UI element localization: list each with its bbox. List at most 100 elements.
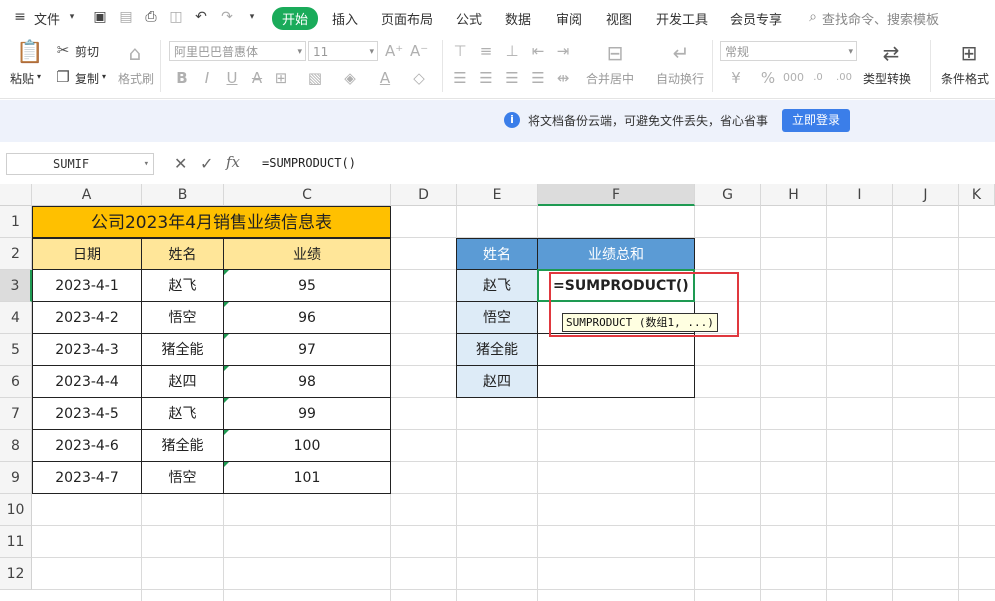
name-cell[interactable]: 赵飞 [141, 269, 224, 302]
align-left-icon[interactable]: ☰ [452, 69, 468, 87]
name-cell[interactable]: 赵飞 [141, 397, 224, 430]
print-preview-icon[interactable]: ◫ [168, 9, 184, 25]
export-pdf-icon[interactable]: ▤ [118, 9, 134, 25]
undo-icon[interactable]: ↶ [193, 9, 209, 25]
type-convert-icon[interactable]: ⇄ [880, 41, 902, 65]
tab-review[interactable]: 审阅 [556, 9, 582, 28]
quick-access-dropdown-icon[interactable]: ▾ [244, 9, 260, 25]
tab-formulas[interactable]: 公式 [456, 9, 482, 28]
distribute-icon[interactable]: ⇹ [555, 69, 571, 87]
thousands-icon[interactable]: 000 [783, 69, 804, 87]
column-header-a[interactable]: A [32, 184, 142, 206]
name-cell[interactable]: 猪全能 [141, 429, 224, 462]
fill-color-icon[interactable]: ◈ [341, 69, 359, 87]
date-cell[interactable]: 2023-4-4 [32, 365, 142, 398]
clear-format-icon[interactable]: ◇ [410, 69, 428, 87]
wrap-text-icon[interactable]: ↵ [669, 41, 693, 65]
increase-decimal-icon[interactable]: .0 [808, 69, 828, 87]
formula-input[interactable]: =SUMPRODUCT() [262, 156, 356, 170]
underline-icon[interactable]: U [224, 69, 240, 87]
summary-total-cell[interactable] [537, 365, 695, 398]
format-painter-button[interactable]: 格式刷 [118, 70, 154, 87]
command-search[interactable]: 查找命令、搜索模板 [822, 9, 939, 28]
column-header-b[interactable]: B [142, 184, 224, 206]
performance-cell[interactable]: 97 [223, 333, 391, 366]
align-middle-icon[interactable]: ≡ [478, 42, 494, 60]
tab-view[interactable]: 视图 [606, 9, 632, 28]
align-right-icon[interactable]: ☰ [504, 69, 520, 87]
search-icon[interactable]: ⌕ [805, 9, 821, 25]
font-family-select[interactable]: 阿里巴巴普惠体 ▾ [169, 41, 306, 61]
borders-icon[interactable]: ⊞ [272, 69, 290, 87]
row-header-9[interactable]: 9 [0, 462, 32, 494]
summary-name-cell[interactable]: 赵飞 [456, 269, 538, 302]
name-cell[interactable]: 悟空 [141, 461, 224, 494]
align-top-icon[interactable]: ⊤ [452, 42, 468, 60]
row-header-2[interactable]: 2 [0, 238, 32, 270]
row-header-6[interactable]: 6 [0, 366, 32, 398]
row-header-3[interactable]: 3 [0, 270, 32, 302]
date-cell[interactable]: 2023-4-5 [32, 397, 142, 430]
row-header-4[interactable]: 4 [0, 302, 32, 334]
file-menu[interactable]: 文件 [34, 9, 60, 28]
tab-insert[interactable]: 插入 [332, 9, 358, 28]
format-painter-icon[interactable]: ⌂ [124, 41, 146, 65]
summary-header-total[interactable]: 业绩总和 [537, 238, 695, 270]
row-header-5[interactable]: 5 [0, 334, 32, 366]
increase-font-icon[interactable]: A⁺ [385, 42, 403, 60]
row-header-1[interactable]: 1 [0, 206, 32, 238]
performance-cell[interactable]: 98 [223, 365, 391, 398]
copy-button[interactable]: 复制 [75, 70, 99, 87]
justify-icon[interactable]: ☰ [530, 69, 546, 87]
row-header-10[interactable]: 10 [0, 494, 32, 526]
copy-dropdown-icon[interactable]: ▾ [102, 72, 106, 81]
row-header-7[interactable]: 7 [0, 398, 32, 430]
tab-home[interactable]: 开始 [272, 7, 319, 30]
tab-data[interactable]: 数据 [505, 9, 531, 28]
date-cell[interactable]: 2023-4-2 [32, 301, 142, 334]
decrease-font-icon[interactable]: A⁻ [410, 42, 428, 60]
hamburger-menu-icon[interactable]: ≡ [12, 9, 28, 25]
number-format-select[interactable]: 常规 ▾ [720, 41, 857, 61]
column-header-f[interactable]: F [538, 184, 695, 206]
date-cell[interactable]: 2023-4-3 [32, 333, 142, 366]
date-cell[interactable]: 2023-4-1 [32, 269, 142, 302]
scissors-icon[interactable]: ✂ [55, 41, 71, 59]
align-bottom-icon[interactable]: ⊥ [504, 42, 520, 60]
tab-membership[interactable]: 会员专享 [730, 9, 782, 28]
column-header-d[interactable]: D [391, 184, 457, 206]
performance-cell[interactable]: 96 [223, 301, 391, 334]
name-cell[interactable]: 猪全能 [141, 333, 224, 366]
font-size-select[interactable]: 11 ▾ [308, 41, 378, 61]
performance-cell[interactable]: 99 [223, 397, 391, 430]
print-icon[interactable]: ⎙ [143, 9, 159, 25]
percent-icon[interactable]: % [760, 69, 776, 87]
column-header-k[interactable]: K [959, 184, 995, 206]
chevron-down-icon[interactable]: ▾ [64, 9, 80, 25]
copy-icon[interactable]: ❐ [55, 68, 71, 86]
select-all-corner[interactable] [0, 184, 32, 206]
summary-name-cell[interactable]: 悟空 [456, 301, 538, 334]
row-header-8[interactable]: 8 [0, 430, 32, 462]
indent-decrease-icon[interactable]: ⇤ [530, 42, 546, 60]
bold-icon[interactable]: B [174, 69, 190, 87]
align-center-icon[interactable]: ☰ [478, 69, 494, 87]
login-button[interactable]: 立即登录 [782, 109, 850, 132]
summary-header-name[interactable]: 姓名 [456, 238, 538, 270]
save-icon[interactable]: ▣ [92, 9, 108, 25]
row-header-11[interactable]: 11 [0, 526, 32, 558]
name-cell[interactable]: 赵四 [141, 365, 224, 398]
italic-icon[interactable]: I [199, 69, 215, 87]
name-cell[interactable]: 悟空 [141, 301, 224, 334]
type-convert-button[interactable]: 类型转换 [863, 70, 911, 87]
header-date[interactable]: 日期 [32, 238, 142, 270]
conditional-format-button[interactable]: 条件格式 [941, 70, 989, 87]
column-header-i[interactable]: I [827, 184, 893, 206]
cut-button[interactable]: 剪切 [75, 43, 99, 60]
decrease-decimal-icon[interactable]: .00 [834, 69, 854, 87]
indent-increase-icon[interactable]: ⇥ [555, 42, 571, 60]
currency-icon[interactable]: ¥ [728, 69, 744, 87]
date-cell[interactable]: 2023-4-7 [32, 461, 142, 494]
header-name[interactable]: 姓名 [141, 238, 224, 270]
wrap-text-button[interactable]: 自动换行 [656, 70, 704, 87]
